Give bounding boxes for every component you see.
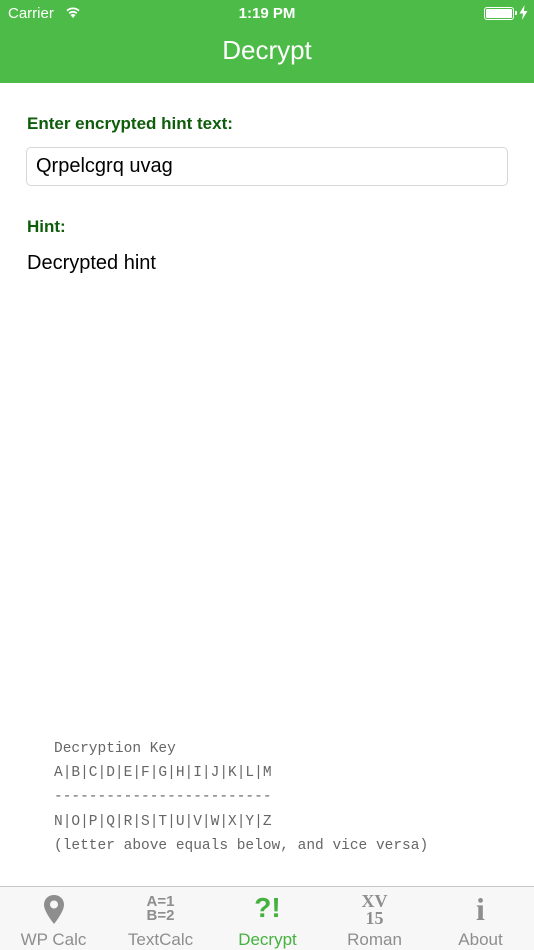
status-time: 1:19 PM — [238, 5, 296, 22]
tab-roman[interactable]: XV 15 Roman — [321, 887, 428, 950]
tab-decrypt[interactable]: ?! Decrypt — [214, 887, 321, 950]
decryption-key-divider: ------------------------- — [54, 789, 272, 806]
tab-label: TextCalc — [127, 930, 194, 949]
tab-textcalc[interactable]: A=1 B=2 TextCalc — [107, 887, 214, 950]
map-pin-icon — [0, 894, 107, 930]
info-icon: i — [476, 891, 485, 927]
decryption-key: Decryption Key A|B|C|D|E|F|G|H|I|J|K|L|M… — [54, 741, 428, 862]
decryption-key-row-bottom: N|O|P|Q|R|S|T|U|V|W|X|Y|Z — [54, 813, 272, 830]
tab-wp-calc[interactable]: WP Calc — [0, 887, 107, 950]
decryption-key-note: (letter above equals below, and vice ver… — [54, 837, 429, 854]
tab-label: About — [458, 930, 503, 949]
tab-label: WP Calc — [20, 930, 87, 949]
tab-label: Roman — [347, 930, 402, 949]
navigation-header: Carrier 1:19 PM Decrypt — [0, 0, 534, 83]
encrypted-input-label: Enter encrypted hint text: — [27, 114, 233, 133]
battery-icon — [484, 7, 517, 20]
charging-bolt-icon — [519, 5, 528, 20]
tab-about[interactable]: i About — [427, 887, 534, 950]
encrypted-hint-field[interactable] — [26, 147, 508, 186]
decrypted-hint-value: Decrypted hint — [27, 252, 156, 274]
status-bar: Carrier 1:19 PM — [0, 0, 534, 28]
question-exclamation-icon: ?! — [254, 892, 281, 923]
a1-b2-icon: A=1 B=2 — [146, 893, 175, 924]
encrypted-hint-input[interactable] — [27, 148, 507, 185]
page-title: Decrypt — [222, 35, 312, 65]
hint-label: Hint: — [27, 217, 66, 236]
roman-numeral-icon: XV 15 — [361, 891, 388, 928]
decryption-key-title: Decryption Key — [54, 741, 176, 757]
tab-bar: WP Calc A=1 B=2 TextCalc ?! Decrypt XV 1… — [0, 886, 534, 950]
decryption-key-row-top: A|B|C|D|E|F|G|H|I|J|K|L|M — [54, 765, 272, 782]
tab-label: Decrypt — [238, 930, 297, 949]
